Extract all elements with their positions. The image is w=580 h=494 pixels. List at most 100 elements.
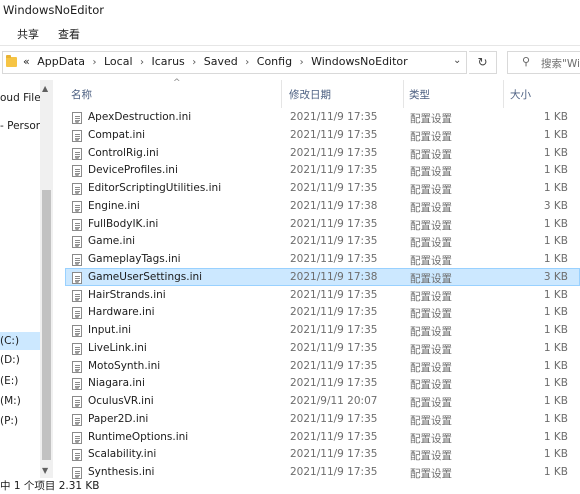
column-size[interactable]: 大小 <box>510 87 531 102</box>
file-type: 配置设置 <box>410 379 452 392</box>
breadcrumb-saved[interactable]: Saved <box>204 55 238 68</box>
file-size: 3 KB <box>543 199 568 212</box>
file-date-modified: 2021/9/11 20:07 <box>290 395 378 407</box>
file-type: 配置设置 <box>410 219 452 232</box>
nav-scrollbar[interactable]: ▲ ▼ <box>40 80 53 478</box>
file-size: 1 KB <box>543 395 568 407</box>
file-date-modified: 2021/11/9 17:35 <box>290 412 378 425</box>
file-size: 1 KB <box>543 217 568 230</box>
chevron-right-icon[interactable]: › <box>93 57 97 68</box>
nav-item-drive-p[interactable]: (P:) <box>0 415 40 431</box>
table-row[interactable]: DeviceProfiles.ini 2021/11/9 17:35 配置设置 1 K… <box>65 161 580 179</box>
file-type: 配置设置 <box>410 343 452 356</box>
breadcrumb-icarus[interactable]: Icarus <box>152 55 185 68</box>
column-type[interactable]: 类型 <box>409 87 430 102</box>
file-size: 1 KB <box>543 466 568 478</box>
column-date-modified[interactable]: 修改日期 <box>289 87 331 102</box>
file-type: 配置设置 <box>410 272 452 285</box>
column-name[interactable]: 名称 <box>71 87 92 102</box>
config-file-icon <box>72 183 82 195</box>
config-file-icon <box>72 271 82 284</box>
file-date-modified: 2021/11/9 17:35 <box>290 217 378 230</box>
file-name: HairStrands.ini <box>88 288 166 301</box>
search-input[interactable]: ⚲ 搜索"Wi <box>507 51 580 74</box>
nav-item-drive-c[interactable]: (C:) <box>0 332 40 350</box>
chevron-down-icon[interactable]: ⌄ <box>453 55 461 66</box>
table-row[interactable]: GameplayTags.ini 2021/11/9 17:35 配置设置 1 KB <box>65 250 580 268</box>
table-row[interactable]: HairStrands.ini 2021/11/9 17:35 配置设置 1 KB <box>65 286 580 304</box>
table-row[interactable]: Compat.ini 2021/11/9 17:35 配置设置 1 KB <box>65 126 580 144</box>
file-size: 1 KB <box>543 359 568 372</box>
file-name: Synthesis.ini <box>88 466 155 478</box>
config-file-icon <box>72 325 82 337</box>
breadcrumb-appdata[interactable]: AppData <box>37 55 85 68</box>
table-row[interactable]: Engine.ini 2021/11/9 17:38 配置设置 3 KB <box>65 197 580 215</box>
file-size: 1 KB <box>543 341 568 354</box>
file-size: 1 KB <box>543 164 568 177</box>
scroll-up-arrow-icon[interactable]: ▲ <box>42 84 48 93</box>
chevron-right-icon[interactable]: › <box>245 57 249 68</box>
table-row[interactable]: EditorScriptingUtilities.ini 2021/11/9 17… <box>65 179 580 197</box>
breadcrumb-config[interactable]: Config <box>257 55 292 68</box>
config-file-icon <box>72 147 82 160</box>
file-name: FullBodyIK.ini <box>88 217 159 230</box>
file-date-modified: 2021/11/9 17:35 <box>290 164 378 177</box>
config-file-icon <box>72 236 82 249</box>
table-row[interactable]: Input.ini 2021/11/9 17:35 配置设置 1 KB <box>65 321 580 339</box>
file-size: 1 KB <box>543 288 568 301</box>
config-file-icon <box>72 165 82 178</box>
chevron-right-icon[interactable]: › <box>192 57 196 68</box>
config-file-icon <box>72 218 82 231</box>
nav-item-personal[interactable]: - Person <box>0 120 40 136</box>
breadcrumb-local[interactable]: Local <box>104 55 133 68</box>
breadcrumb: « AppData › Local › Icarus › Saved › Con… <box>23 55 412 68</box>
table-row[interactable]: RuntimeOptions.ini 2021/11/9 17:35 配置设置 1 K… <box>65 428 580 446</box>
table-row[interactable]: OculusVR.ini 2021/9/11 20:07 配置设置 1 KB <box>65 392 580 410</box>
file-name: GameUserSettings.ini <box>88 270 203 283</box>
nav-item-drive-e[interactable]: (E:) <box>0 375 40 391</box>
file-name: LiveLink.ini <box>88 341 147 354</box>
file-size: 1 KB <box>543 377 568 390</box>
config-file-icon <box>72 129 82 142</box>
file-type: 配置设置 <box>410 201 452 214</box>
table-row[interactable]: Niagara.ini 2021/11/9 17:35 配置设置 1 KB <box>65 374 580 392</box>
column-divider[interactable] <box>403 80 404 108</box>
file-size: 1 KB <box>543 324 568 336</box>
breadcrumb-overflow[interactable]: « <box>23 55 30 68</box>
refresh-button[interactable]: ↻ <box>469 51 497 74</box>
file-type: 配置设置 <box>410 397 452 409</box>
nav-item-cloud-files[interactable]: oud File <box>0 92 40 108</box>
chevron-right-icon[interactable]: › <box>140 57 144 68</box>
scrollbar-thumb[interactable] <box>42 190 51 460</box>
ribbon-tab-share[interactable]: 共享 <box>17 26 39 42</box>
config-file-icon <box>72 378 82 391</box>
table-row[interactable]: LiveLink.ini 2021/11/9 17:35 配置设置 1 KB <box>65 339 580 357</box>
table-row[interactable]: MotoSynth.ini 2021/11/9 17:35 配置设置 1 KB <box>65 357 580 375</box>
chevron-right-icon[interactable]: › <box>300 57 304 68</box>
file-size: 1 KB <box>543 182 568 194</box>
address-bar[interactable]: « AppData › Local › Icarus › Saved › Con… <box>2 51 467 74</box>
table-row[interactable]: Paper2D.ini 2021/11/9 17:35 配置设置 1 KB <box>65 410 580 428</box>
navigation-pane: oud File - Person (C:) (D:) (E:) (M:) (P… <box>0 80 40 478</box>
file-date-modified: 2021/11/9 17:35 <box>290 146 378 159</box>
breadcrumb-windowsnoeditor[interactable]: WindowsNoEditor <box>311 55 408 68</box>
ribbon-tab-view[interactable]: 查看 <box>58 26 80 42</box>
file-type: 配置设置 <box>410 414 452 427</box>
table-row[interactable]: ControlRig.ini 2021/11/9 17:35 配置设置 1 KB <box>65 144 580 162</box>
table-row[interactable]: Scalability.ini 2021/11/9 17:35 配置设置 1 KB <box>65 445 580 463</box>
nav-item-drive-d[interactable]: (D:) <box>0 354 40 370</box>
column-divider[interactable] <box>503 80 504 108</box>
file-date-modified: 2021/11/9 17:38 <box>290 199 378 212</box>
table-row[interactable]: Game.ini 2021/11/9 17:35 配置设置 1 KB <box>65 232 580 250</box>
file-date-modified: 2021/11/9 17:35 <box>290 341 378 354</box>
nav-item-drive-m[interactable]: (M:) <box>0 395 40 411</box>
file-type: 配置设置 <box>410 255 452 267</box>
table-row[interactable]: Hardware.ini 2021/11/9 17:35 配置设置 1 KB <box>65 303 580 321</box>
file-name: Input.ini <box>88 324 132 336</box>
config-file-icon <box>72 254 82 266</box>
table-row[interactable]: ApexDestruction.ini 2021/11/9 17:35 配置设置 1 … <box>65 108 580 126</box>
table-row-selected[interactable]: GameUserSettings.ini 2021/11/9 17:38 配置设置 3… <box>65 267 580 286</box>
table-row[interactable]: FullBodyIK.ini 2021/11/9 17:35 配置设置 1 KB <box>65 215 580 233</box>
column-divider[interactable] <box>281 80 282 108</box>
scroll-down-arrow-icon[interactable]: ▼ <box>42 466 48 475</box>
